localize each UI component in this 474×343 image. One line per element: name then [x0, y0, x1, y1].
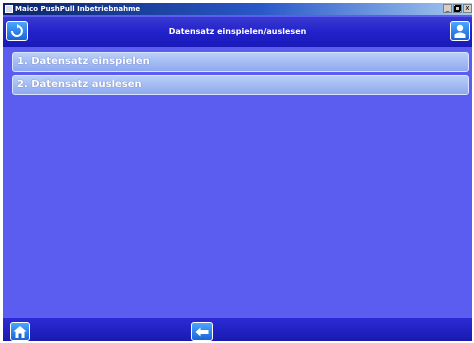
menu-item-datensatz-einspielen[interactable]: 1. Datensatz einspielen: [12, 52, 469, 72]
app-window: Maico PushPull Inbetriebnahme _ x Datens…: [3, 3, 472, 341]
footer-bar: [3, 318, 472, 341]
header-bar: Datensatz einspielen/auslesen: [3, 17, 472, 47]
home-button[interactable]: [10, 322, 30, 341]
menu-list: 1. Datensatz einspielen 2. Datensatz aus…: [12, 52, 469, 98]
refresh-button[interactable]: [6, 21, 28, 41]
back-button[interactable]: [191, 322, 213, 341]
home-icon: [13, 325, 27, 338]
refresh-icon: [11, 24, 23, 37]
user-button[interactable]: [450, 21, 470, 41]
app-icon: [5, 5, 13, 13]
back-arrow-icon: [195, 327, 209, 336]
menu-item-label: 1. Datensatz einspielen: [17, 56, 150, 67]
menu-item-label: 2. Datensatz auslesen: [17, 79, 142, 90]
maximize-icon: [454, 5, 461, 12]
window-titlebar: Maico PushPull Inbetriebnahme _ x: [3, 3, 472, 15]
minimize-button[interactable]: _: [443, 4, 452, 13]
menu-item-datensatz-auslesen[interactable]: 2. Datensatz auslesen: [12, 75, 469, 95]
maximize-button[interactable]: [453, 4, 462, 13]
close-button[interactable]: x: [463, 4, 472, 13]
user-icon: [454, 24, 466, 38]
page-title: Datensatz einspielen/auslesen: [168, 27, 307, 36]
window-title: Maico PushPull Inbetriebnahme: [15, 5, 141, 13]
